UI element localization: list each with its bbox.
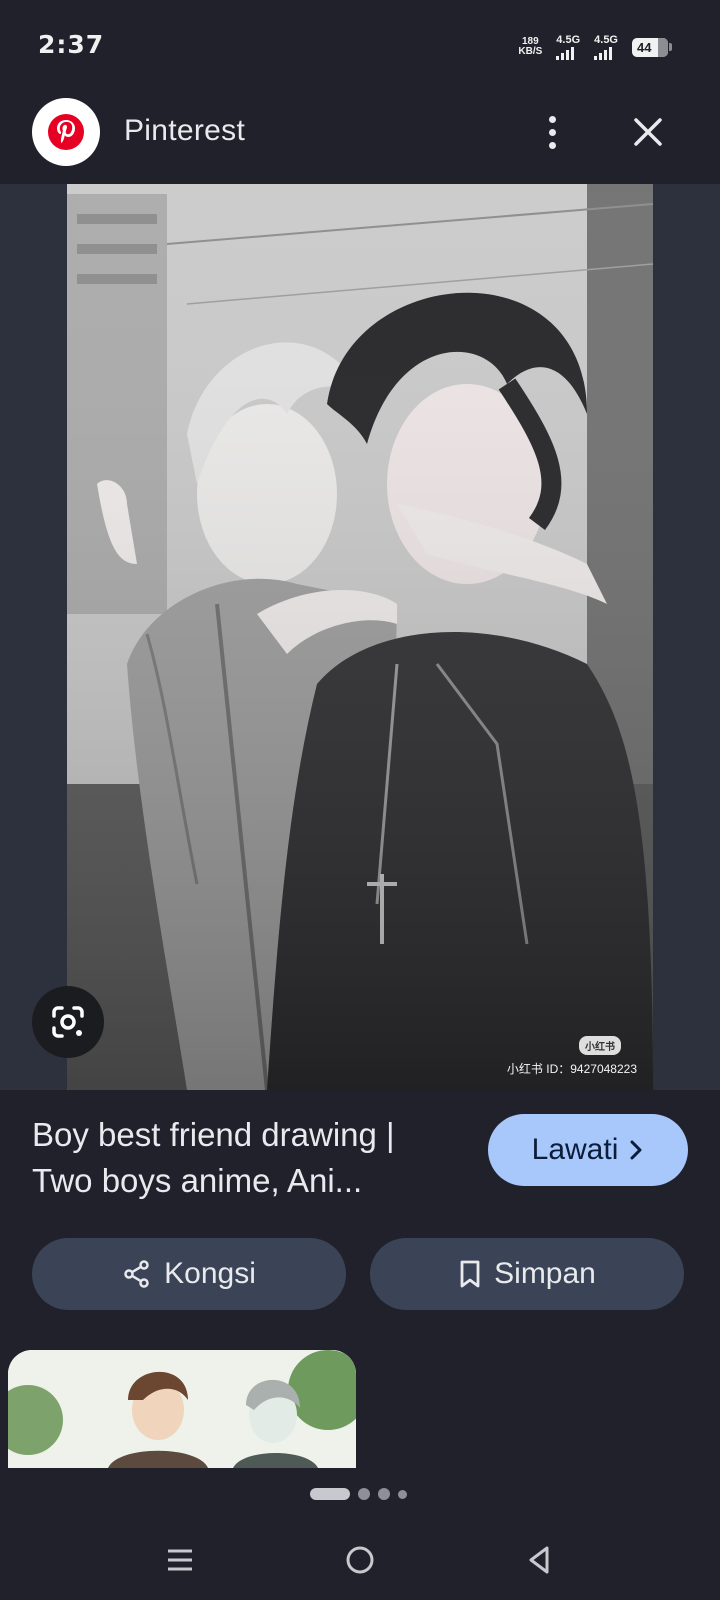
bookmark-icon: [460, 1260, 480, 1288]
chevron-right-icon: [630, 1140, 642, 1160]
pinterest-logo-icon: [32, 98, 100, 166]
share-button-label: Kongsi: [164, 1257, 256, 1290]
battery-icon: 44: [632, 37, 672, 57]
status-time: 2:37: [38, 30, 105, 59]
more-vert-icon[interactable]: [530, 110, 574, 154]
back-button[interactable]: [512, 1532, 568, 1588]
status-icons: 189 KB/S 4.5G 4.5G 44: [518, 32, 672, 62]
signal-bars-icon: [556, 46, 575, 60]
page-dot-active: [310, 1488, 350, 1500]
google-lens-icon: [52, 1006, 84, 1038]
recents-icon: [168, 1549, 192, 1571]
page-dot: [398, 1489, 407, 1499]
page-dot: [358, 1488, 370, 1500]
home-icon: [346, 1546, 374, 1574]
home-button[interactable]: [332, 1532, 388, 1588]
save-button[interactable]: Simpan: [370, 1238, 684, 1310]
sim2-label: 4.5G: [594, 33, 618, 46]
back-icon: [529, 1546, 549, 1574]
sim2-signal: 4.5G: [594, 33, 618, 60]
app-header: Pinterest: [0, 92, 720, 184]
result-title[interactable]: Boy best friend drawing | Two boys anime…: [32, 1112, 452, 1204]
image-preview-area: 小红书 小红书 ID：9427048223: [0, 184, 720, 1090]
battery-level: 44: [637, 39, 652, 55]
page-indicator: [310, 1488, 407, 1500]
page-dot: [378, 1488, 390, 1500]
sim1-signal: 4.5G: [556, 33, 581, 60]
share-icon: [124, 1260, 149, 1288]
recents-button[interactable]: [152, 1532, 208, 1588]
system-nav-bar: [0, 1518, 720, 1600]
visit-button[interactable]: Lawati: [488, 1114, 688, 1186]
watermark-id: 小红书 ID：9427048223: [506, 1062, 637, 1076]
close-icon[interactable]: [628, 112, 668, 152]
related-image-thumbnail[interactable]: [8, 1350, 356, 1468]
visit-button-label: Lawati: [531, 1133, 619, 1166]
network-speed: 189 KB/S: [518, 37, 542, 57]
signal-bars-icon: [594, 46, 613, 60]
anime-artwork-image[interactable]: 小红书 小红书 ID：9427048223: [67, 184, 653, 1090]
sim1-label: 4.5G: [556, 33, 581, 46]
status-bar: 2:37 189 KB/S 4.5G 4.5G 44: [0, 0, 720, 92]
save-button-label: Simpan: [494, 1257, 596, 1290]
network-speed-unit: KB/S: [518, 46, 543, 57]
google-lens-button[interactable]: [32, 986, 104, 1058]
watermark-badge: 小红书: [579, 1036, 621, 1055]
share-button[interactable]: Kongsi: [32, 1238, 346, 1310]
page-title: Pinterest: [124, 114, 246, 147]
